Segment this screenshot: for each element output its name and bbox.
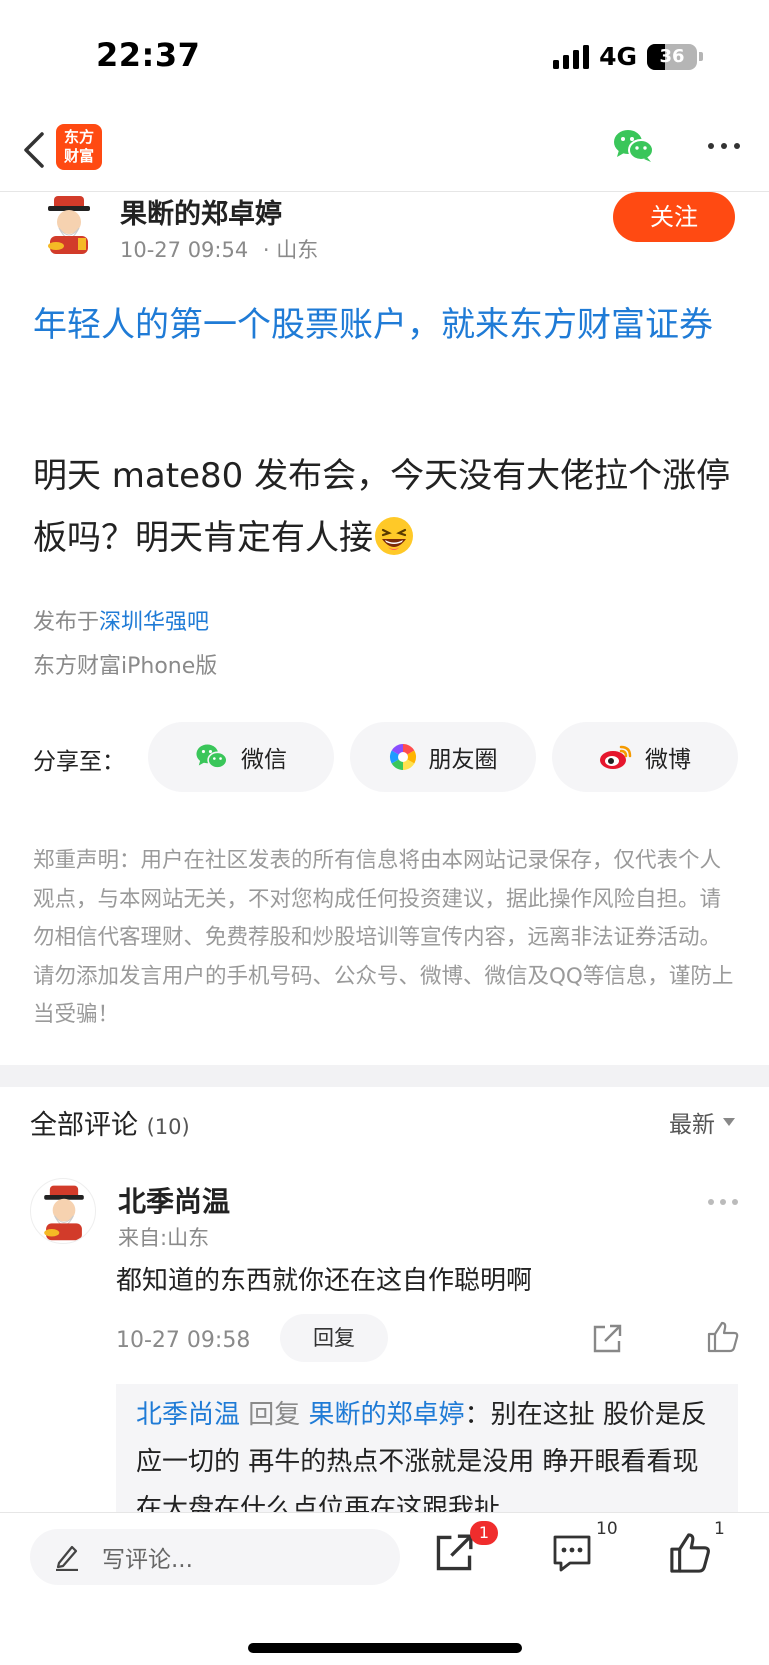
wechat-icon [614, 130, 654, 162]
share-moments-button[interactable]: 朋友圈 [350, 722, 536, 792]
comments-title: 全部评论 (10) [30, 1103, 190, 1142]
battery-tip [699, 52, 703, 61]
comment-count: 10 [596, 1519, 618, 1539]
reply-author[interactable]: 北季尚温 [136, 1400, 240, 1430]
sort-dropdown[interactable]: 最新 [669, 1105, 735, 1139]
follow-button[interactable]: 关注 [613, 192, 735, 242]
author-avatar[interactable] [34, 192, 104, 260]
reply-target[interactable]: 果断的郑卓婷 [309, 1400, 465, 1430]
commenter-avatar[interactable] [30, 1178, 96, 1244]
stock-bar-link[interactable]: 深圳华强吧 [99, 610, 209, 635]
triangle-down-icon [723, 1118, 735, 1126]
share-out-icon [593, 1324, 622, 1353]
promo-link[interactable]: 年轻人的第一个股票账户，就来东方财富证券 [33, 298, 739, 352]
comments-count: (10) [146, 1115, 190, 1139]
thumbs-up-icon [670, 1533, 710, 1573]
post-meta: 10-27 09:54 · 山东 [120, 234, 318, 264]
comment-bubble-icon [553, 1535, 591, 1572]
home-indicator[interactable] [248, 1643, 522, 1653]
logo-text-line2: 财富 [63, 147, 94, 165]
share-moments-label: 朋友圈 [428, 747, 498, 773]
commenter-location: 来自:山东 [118, 1226, 210, 1250]
post-location: · 山东 [262, 238, 319, 262]
share-weibo-button[interactable]: 微博 [552, 722, 738, 792]
section-divider [0, 1065, 769, 1087]
share-button[interactable]: 1 [432, 1521, 498, 1579]
disclaimer-text: 郑重声明：用户在社区发表的所有信息将由本网站记录保存，仅代表个人观点，与本网站无… [33, 848, 734, 1027]
logo-text-line1: 东方 [63, 128, 94, 146]
status-bar: 22:37 4G 36 [0, 0, 769, 110]
navigation-bar: 东方 财富 [0, 110, 769, 192]
post-date: 10-27 09:54 [120, 238, 249, 262]
comment-like-button[interactable] [706, 1320, 740, 1354]
comments-header: 全部评论 (10) 最新 [0, 1103, 769, 1143]
comments-button[interactable]: 10 [550, 1519, 618, 1579]
comment-share-button[interactable] [590, 1322, 624, 1356]
more-options-button[interactable] [707, 134, 741, 158]
comment-input-placeholder: 写评论... [102, 1547, 193, 1573]
commenter-name[interactable]: 北季尚温 [118, 1180, 230, 1220]
laughing-emoji-icon [375, 517, 413, 555]
bottom-action-bar: 写评论... 1 10 1 [0, 1512, 769, 1665]
more-horizontal-icon [708, 1199, 738, 1205]
share-weibo-label: 微博 [645, 747, 691, 773]
comments-title-label: 全部评论 [30, 1110, 138, 1141]
status-indicators: 4G 36 [553, 42, 703, 71]
nested-reply[interactable]: 北季尚温 回复 果断的郑卓婷：别在这扯 股价是反应一切的 再牛的热点不涨就是没用… [116, 1384, 738, 1514]
author-name[interactable]: 果断的郑卓婷 [120, 192, 282, 231]
more-horizontal-icon [708, 143, 740, 149]
like-count: 1 [714, 1519, 725, 1539]
weibo-icon [600, 745, 632, 769]
comment-text[interactable]: 都知道的东西就你还在这自作聪明啊 [116, 1260, 532, 1297]
comment-input[interactable]: 写评论... [30, 1529, 400, 1585]
share-wechat-button[interactable]: 微信 [148, 722, 334, 792]
comment-time: 10-27 09:58 [116, 1328, 251, 1353]
comment-more-button[interactable] [707, 1192, 739, 1205]
published-in: 发布于深圳华强吧 [33, 604, 209, 636]
share-out-icon [436, 1534, 473, 1571]
post-author: 果断的郑卓婷 10-27 09:54 · 山东 关注 [0, 192, 769, 282]
sort-label: 最新 [669, 1112, 715, 1138]
cellular-signal-icon [553, 44, 590, 69]
post-source: 东方财富iPhone版 [33, 654, 218, 679]
status-time: 22:37 [96, 36, 201, 74]
wechat-icon [196, 744, 228, 769]
share-wechat-label: 微信 [241, 747, 287, 773]
moments-aperture-icon [389, 743, 416, 771]
pencil-icon [56, 1545, 78, 1571]
god-of-wealth-avatar-icon [36, 193, 102, 259]
post-body: 明天 mate80 发布会，今天没有大佬拉个涨停板吗？明天肯定有人接 [33, 445, 739, 569]
share-badge: 1 [470, 1521, 498, 1545]
network-type: 4G [599, 42, 637, 71]
battery-level: 36 [659, 46, 685, 67]
share-row: 分享至： 微信 朋友圈 微博 [0, 722, 769, 792]
like-button[interactable]: 1 [668, 1519, 725, 1579]
published-prefix: 发布于 [33, 610, 100, 635]
chevron-left-icon [24, 132, 44, 168]
god-of-wealth-avatar-icon [44, 1185, 84, 1241]
battery-icon: 36 [647, 43, 697, 70]
app-logo[interactable]: 东方 财富 [56, 124, 102, 170]
back-button[interactable] [16, 128, 56, 172]
wechat-share-button[interactable] [613, 128, 655, 164]
thumbs-up-icon [707, 1321, 739, 1353]
reply-verb: 回复 [240, 1400, 309, 1430]
share-label: 分享至： [33, 749, 125, 775]
comment-reply-button[interactable]: 回复 [280, 1314, 388, 1362]
